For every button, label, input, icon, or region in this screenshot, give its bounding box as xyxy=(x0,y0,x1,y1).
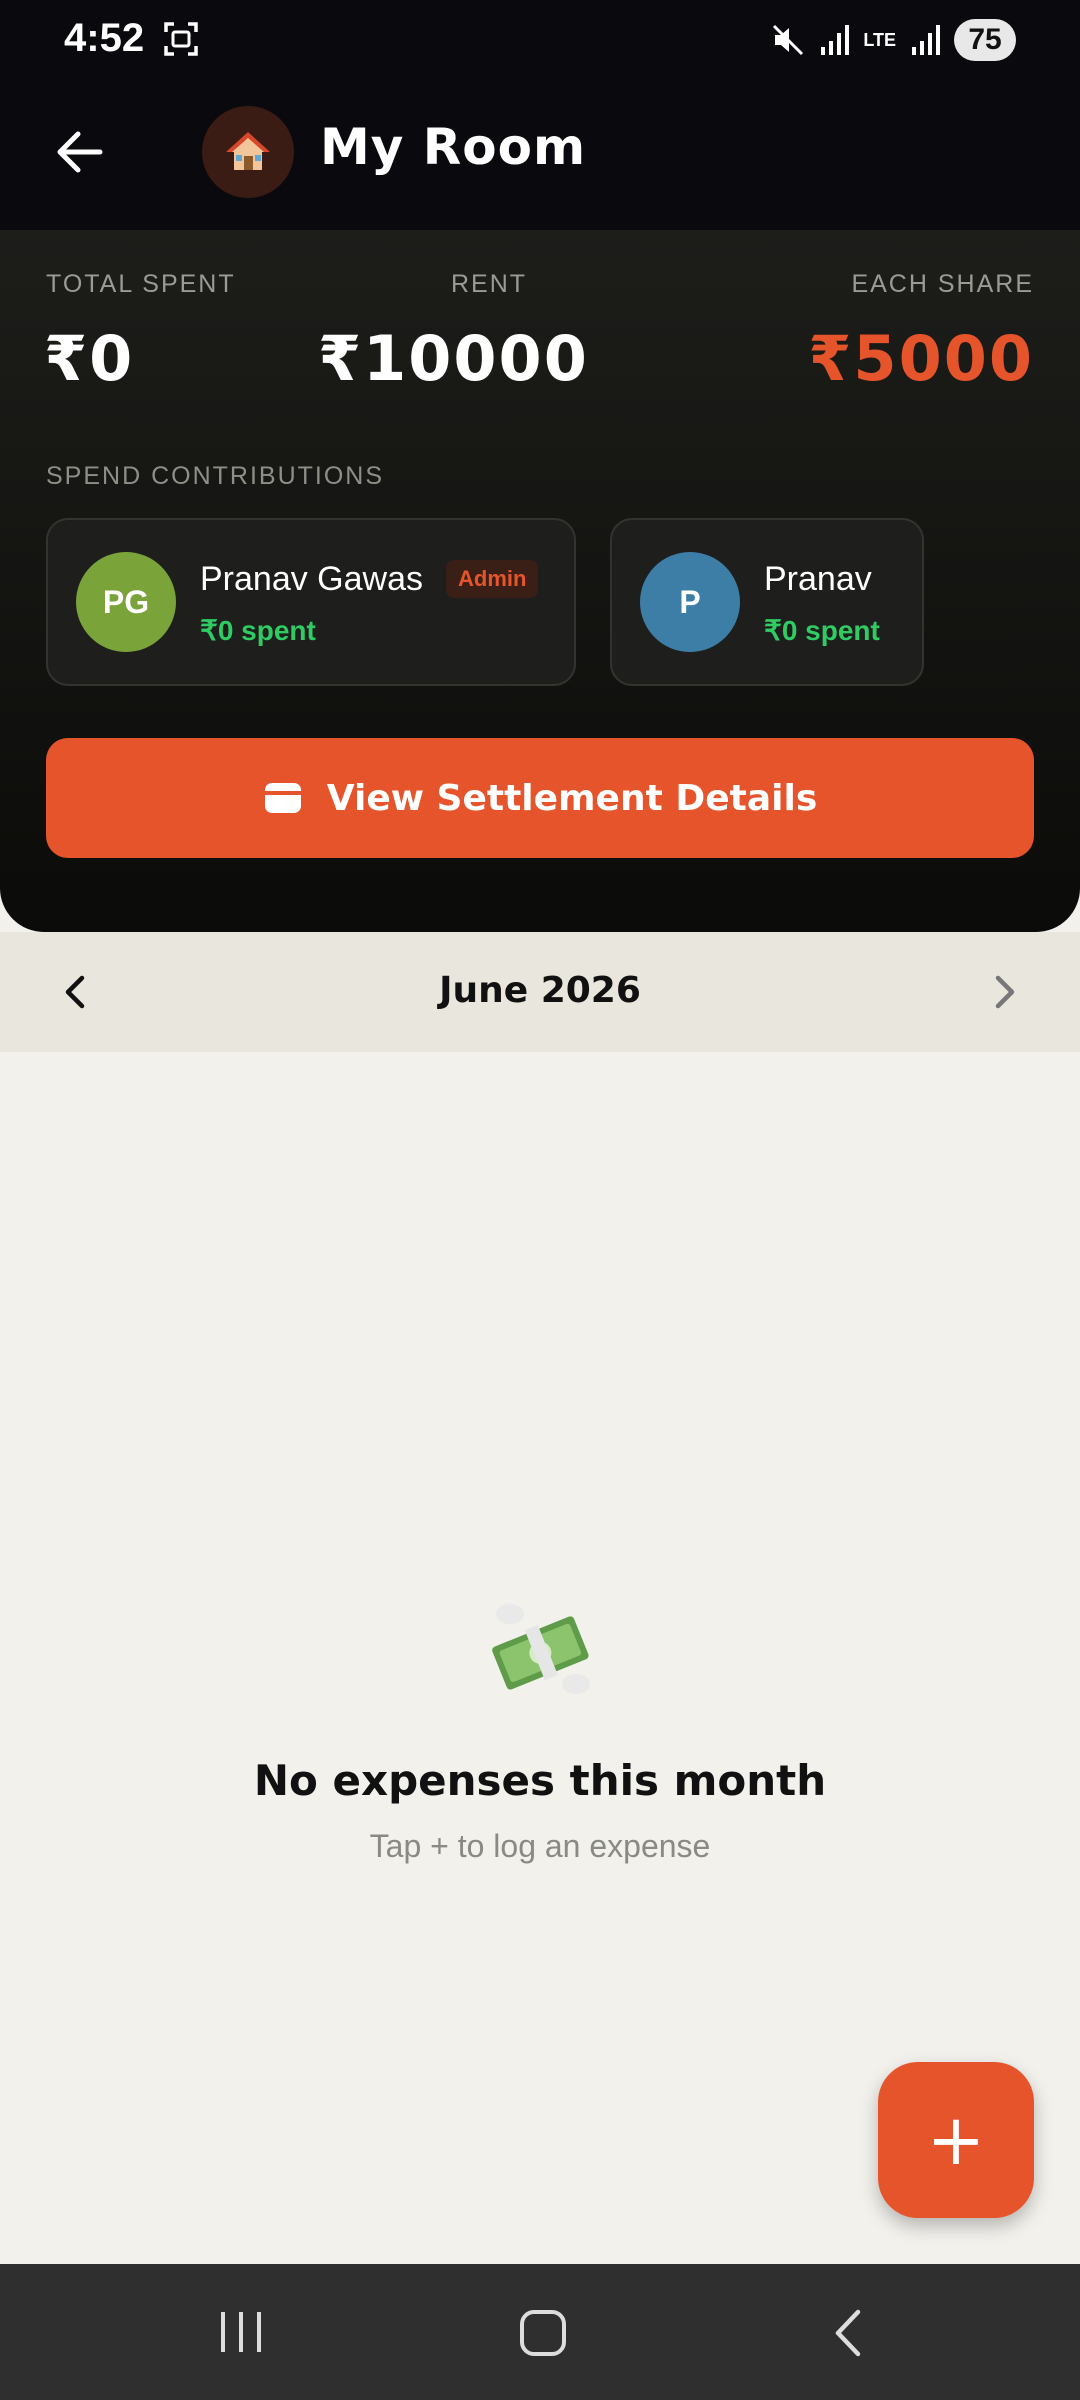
chevron-right-icon[interactable] xyxy=(980,966,1028,1018)
add-expense-button[interactable]: + xyxy=(878,2062,1034,2218)
member-card[interactable]: P Pranav ₹0 spent xyxy=(610,518,924,686)
page-title: My Room xyxy=(320,118,587,176)
network-type: LTE xyxy=(863,30,896,50)
total-spent-label: TOTAL SPENT xyxy=(46,270,236,298)
mute-icon xyxy=(773,24,804,56)
member-spent: ₹0 spent xyxy=(200,615,316,646)
house-icon xyxy=(226,132,270,170)
rent-label: RENT xyxy=(451,270,528,298)
empty-state-subtitle: Tap + to log an expense xyxy=(369,1828,711,1864)
each-share-value: ₹5000 xyxy=(808,322,1034,395)
current-month: June 2026 xyxy=(439,970,641,1011)
battery-indicator: 75 xyxy=(954,19,1016,61)
total-spent-value: ₹0 xyxy=(44,322,135,395)
room-avatar xyxy=(202,106,294,198)
status-bar: 4:52 LTE 75 xyxy=(0,0,1080,80)
status-time: 4:52 xyxy=(64,16,145,60)
avatar: PG xyxy=(76,552,176,652)
member-spent: ₹0 spent xyxy=(764,615,880,646)
view-settlement-button[interactable]: View Settlement Details xyxy=(46,738,1034,858)
room-summary: TOTAL SPENT ₹0 RENT ₹10000 EACH SHARE ₹5… xyxy=(0,230,1080,932)
each-share-label: EACH SHARE xyxy=(851,270,1034,298)
home-icon[interactable] xyxy=(518,2308,568,2358)
month-navigator: June 2026 xyxy=(0,932,1080,1052)
empty-state-title: No expenses this month xyxy=(253,1756,827,1805)
status-icons: LTE 75 xyxy=(771,18,1016,62)
signal-icon-2 xyxy=(912,25,940,55)
member-name: Pranav Gawas xyxy=(200,560,423,598)
avatar: P xyxy=(640,552,740,652)
settlement-button-label: View Settlement Details xyxy=(326,777,818,819)
member-card[interactable]: PG Pranav Gawas Admin ₹0 spent xyxy=(46,518,576,686)
spend-contributions-label: SPEND CONTRIBUTIONS xyxy=(46,462,385,490)
wallet-icon xyxy=(264,783,301,813)
app-header: My Room xyxy=(0,80,1080,230)
rent-value: ₹10000 xyxy=(318,322,589,395)
money-with-wings-icon xyxy=(492,1604,590,1694)
screenshot-icon xyxy=(164,22,198,56)
admin-badge: Admin xyxy=(446,560,539,598)
system-nav-bar xyxy=(0,2264,1080,2400)
recents-icon[interactable] xyxy=(218,2310,264,2354)
back-arrow-icon[interactable] xyxy=(48,120,112,184)
member-name: Pranav xyxy=(764,560,872,598)
signal-icon xyxy=(821,25,850,55)
nav-back-icon[interactable] xyxy=(828,2308,868,2358)
